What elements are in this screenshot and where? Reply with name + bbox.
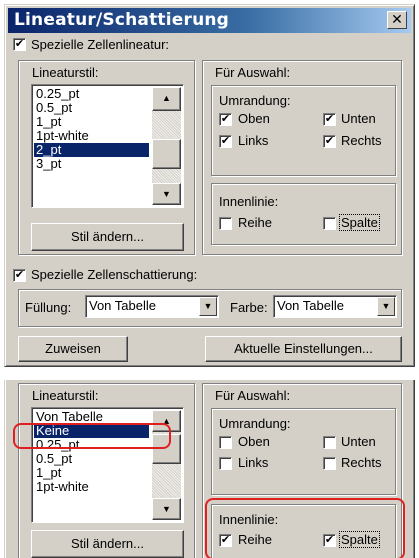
color-select[interactable]: Von Tabelle ▼ [273,295,397,318]
highlight-keine-item [13,423,171,449]
color-label: Farbe: [230,300,268,315]
border-bottom-label: Unten [341,111,376,126]
border-label: Umrandung: [219,93,291,108]
fill-dropdown-button[interactable]: ▼ [199,297,217,316]
border-top-checkbox[interactable]: ✔ [219,113,232,126]
title-bar: Lineatur/Schattierung ✕ [8,8,411,33]
special-shading-checkbox[interactable]: ✔ [13,269,26,282]
border-left-checkbox[interactable] [219,457,232,470]
inner-line-label: Innenlinie: [219,194,279,209]
border-left-label: Links [238,455,269,470]
border-bottom-checkbox[interactable] [323,436,336,449]
line-shading-dialog-detail: Lineaturstil: Von Tabelle Keine 0.25_pt … [4,380,415,558]
arrow-up-icon: ▲ [162,93,171,103]
border-left-checkbox[interactable]: ✔ [219,135,232,148]
checkmark-icon: ✔ [324,113,335,125]
inner-line-group [211,183,396,245]
checkmark-icon: ✔ [14,38,25,50]
border-bottom-checkbox[interactable]: ✔ [323,113,336,126]
line-shading-dialog: Lineatur/Schattierung ✕ ✔ Spezielle Zell… [4,4,415,367]
scroll-thumb[interactable] [152,139,181,169]
inner-column-label: Spalte [339,214,380,231]
special-lines-checkbox[interactable]: ✔ [13,38,26,51]
list-item[interactable]: 3_pt [34,157,149,171]
list-item[interactable]: 1_pt [34,115,149,129]
border-top-label: Oben [238,434,270,449]
chevron-down-icon: ▼ [381,301,391,311]
line-style-listbox[interactable]: 0.25_pt 0.5_pt 1_pt 1pt-white 2_pt 3_pt … [31,84,184,208]
list-item[interactable]: 1pt-white [34,480,149,494]
border-right-checkbox[interactable]: ✔ [323,135,336,148]
fill-value: Von Tabelle [89,298,156,313]
scroll-down-button[interactable]: ▼ [152,183,181,205]
current-settings-button[interactable]: Aktuelle Einstellungen... [205,336,402,362]
selection-label: Für Auswahl: [215,65,291,80]
scroll-down-button[interactable]: ▼ [152,498,181,520]
special-shading-label: Spezielle Zellenschattierung: [31,267,198,282]
line-style-label: Lineaturstil: [32,65,99,80]
list-item[interactable]: 0.5_pt [34,452,149,466]
assign-label: Zuweisen [45,341,101,356]
line-style-label: Lineaturstil: [32,388,99,403]
change-style-button[interactable]: Stil ändern... [31,223,184,251]
list-item[interactable]: 0.25_pt [34,87,149,101]
selection-label: Für Auswahl: [215,388,291,403]
fill-select[interactable]: Von Tabelle ▼ [85,295,219,318]
list-item[interactable]: Von Tabelle [34,410,149,424]
chevron-down-icon: ▼ [203,301,213,311]
change-style-label: Stil ändern... [71,536,144,551]
assign-button[interactable]: Zuweisen [18,336,128,362]
border-label: Umrandung: [219,416,291,431]
fill-label: Füllung: [25,300,72,315]
inner-row-checkbox[interactable] [219,217,232,230]
special-lines-label: Spezielle Zellenlineatur: [31,37,170,52]
list-item[interactable]: 1pt-white [34,129,149,143]
border-top-checkbox[interactable] [219,436,232,449]
checkmark-icon: ✔ [14,269,25,281]
current-settings-label: Aktuelle Einstellungen... [234,341,373,356]
border-top-label: Oben [238,111,270,126]
border-left-label: Links [238,133,269,148]
checkmark-icon: ✔ [324,135,335,147]
arrow-down-icon: ▼ [162,189,171,199]
close-button[interactable]: ✕ [387,11,407,29]
border-right-checkbox[interactable] [323,457,336,470]
checkmark-icon: ✔ [220,135,231,147]
highlight-inner-line [205,498,405,558]
list-item-selected[interactable]: 2_pt [34,143,149,157]
border-bottom-label: Unten [341,434,376,449]
close-icon: ✕ [391,11,403,27]
change-style-label: Stil ändern... [71,229,144,244]
checkmark-icon: ✔ [220,113,231,125]
inner-column-checkbox[interactable] [323,217,336,230]
color-dropdown-button[interactable]: ▼ [377,297,395,316]
scroll-up-button[interactable]: ▲ [152,87,181,111]
list-item[interactable]: 0.5_pt [34,101,149,115]
border-right-label: Rechts [341,455,382,470]
change-style-button[interactable]: Stil ändern... [31,530,184,558]
list-item[interactable]: 1_pt [34,466,149,480]
dialog-title: Lineatur/Schattierung [14,10,230,30]
arrow-down-icon: ▼ [162,504,171,514]
inner-row-label: Reihe [238,215,272,230]
border-right-label: Rechts [341,133,382,148]
color-value: Von Tabelle [277,298,344,313]
